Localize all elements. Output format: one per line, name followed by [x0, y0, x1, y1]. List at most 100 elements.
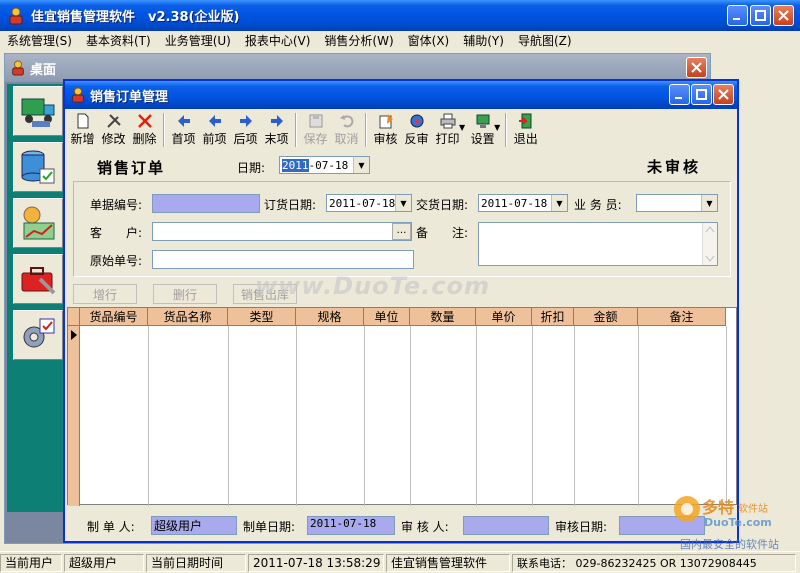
maximize-button[interactable]: [750, 5, 771, 26]
next-button[interactable]: 后项: [230, 111, 261, 149]
audit-status: 未审核: [647, 158, 702, 176]
desktop-close-button[interactable]: [686, 57, 707, 78]
col-header[interactable]: 单位: [364, 308, 410, 326]
col-header[interactable]: 折扣: [532, 308, 574, 326]
date-label: 日期:: [237, 161, 266, 175]
order-lines-grid[interactable]: 货品编号 货品名称 类型 规格 单位 数量 单价 折扣 金额 备注: [67, 307, 737, 506]
last-button[interactable]: 末项: [261, 111, 292, 149]
first-arrow-icon: [177, 115, 190, 127]
audit-date-label: 审核日期:: [555, 520, 608, 534]
make-date-field[interactable]: 2011-07-18: [307, 516, 395, 535]
logo-slogan: 国内最安全的软件站: [680, 538, 779, 551]
menu-sales-analysis[interactable]: 销售分析(W): [317, 32, 400, 49]
desktop-titlebar: 桌面: [5, 54, 710, 82]
auditor-field[interactable]: [463, 516, 549, 535]
orig-no-label: 原始单号:: [90, 254, 143, 268]
menu-nav-map[interactable]: 导航图(Z): [511, 32, 579, 49]
minimize-button[interactable]: [727, 5, 748, 26]
menu-system[interactable]: 系统管理(S): [0, 32, 79, 49]
close-icon: [778, 10, 789, 21]
delivery-date-label: 交货日期:: [416, 198, 469, 212]
side-btn-tools[interactable]: [13, 254, 63, 304]
delivery-date-picker[interactable]: 2011-07-18 ▼: [478, 194, 568, 212]
col-header[interactable]: 货品编号: [80, 308, 148, 326]
edit-button[interactable]: 修改: [98, 111, 129, 149]
gear-check-icon: [23, 318, 55, 348]
add-row-button[interactable]: 增行: [73, 284, 137, 304]
approve-icon: [379, 114, 393, 129]
prev-button[interactable]: 前项: [199, 111, 230, 149]
menu-helper[interactable]: 辅助(Y): [456, 32, 511, 49]
unapprove-button[interactable]: 反审: [401, 111, 432, 149]
sales-order-window: 销售订单管理 新增 修改 删除 首项 前项 后项 末项 保存 取消 审核 反审 …: [63, 79, 739, 543]
order-title: 销售订单管理: [90, 89, 169, 105]
logo-sub: 软件站: [738, 504, 768, 515]
grid-col-line: [296, 326, 297, 506]
order-date-picker[interactable]: 2011-07-18 ▼: [326, 194, 412, 212]
scroll-arrows-icon: [705, 226, 715, 262]
chevron-down-icon[interactable]: ▼: [701, 195, 717, 211]
col-header[interactable]: 备注: [638, 308, 726, 326]
chevron-down-icon[interactable]: ▼: [551, 195, 567, 211]
cancel-button[interactable]: 取消: [331, 111, 362, 149]
side-btn-sales[interactable]: [13, 198, 63, 248]
sales-chart-icon: [23, 206, 55, 240]
chevron-down-icon[interactable]: ▼: [395, 195, 411, 211]
menu-window[interactable]: 窗体(X): [401, 32, 457, 49]
chevron-down-icon[interactable]: ▼: [353, 157, 369, 173]
database-icon: [21, 150, 55, 184]
exit-button[interactable]: 退出: [510, 111, 541, 149]
remark-textarea[interactable]: [478, 222, 718, 266]
order-titlebar: 销售订单管理: [65, 81, 737, 109]
date-picker[interactable]: 2011-07-18 ▼: [279, 156, 370, 174]
settings-monitor-icon: [476, 114, 490, 128]
toolbar-separator: [505, 113, 508, 147]
date-year-selected: 2011: [282, 158, 309, 172]
col-header[interactable]: 类型: [228, 308, 296, 326]
grid-col-line: [410, 326, 411, 506]
menu-basic-data[interactable]: 基本资料(T): [79, 32, 158, 49]
grid-col-line: [148, 326, 149, 506]
approve-button[interactable]: 审核: [370, 111, 401, 149]
remark-scrollbar[interactable]: [702, 223, 717, 265]
first-button[interactable]: 首项: [168, 111, 199, 149]
grid-header: 货品编号 货品名称 类型 规格 单位 数量 单价 折扣 金额 备注: [68, 308, 726, 326]
orig-no-field[interactable]: [152, 250, 414, 269]
new-button[interactable]: 新增: [67, 111, 98, 149]
order-maximize-button[interactable]: [691, 84, 712, 105]
maker-field[interactable]: 超级用户: [151, 516, 237, 535]
next-arrow-icon: [239, 115, 252, 127]
main-titlebar: 佳宜销售管理软件 v2.38(企业版): [0, 0, 800, 31]
grid-col-line: [364, 326, 365, 506]
menu-reports[interactable]: 报表中心(V): [238, 32, 318, 49]
customer-lookup-button[interactable]: …: [392, 223, 411, 240]
side-btn-settings[interactable]: [13, 310, 63, 360]
settings-dropdown-arrow[interactable]: ▼: [494, 123, 500, 132]
delete-row-button[interactable]: 删行: [153, 284, 217, 304]
delete-button[interactable]: 删除: [129, 111, 160, 149]
side-btn-database[interactable]: [13, 142, 63, 192]
print-dropdown-arrow[interactable]: ▼: [459, 123, 465, 132]
corner-logo: 多特 软件站 DuoTe.com 国内最安全的软件站: [672, 492, 798, 552]
close-button[interactable]: [773, 5, 794, 26]
col-header[interactable]: 金额: [574, 308, 638, 326]
make-date-label: 制单日期:: [243, 520, 296, 534]
col-header[interactable]: 数量: [410, 308, 476, 326]
side-btn-purchase[interactable]: [13, 86, 63, 136]
toolbox-icon: [21, 267, 56, 295]
doc-no-label: 单据编号:: [90, 198, 143, 212]
customer-field[interactable]: [152, 222, 412, 241]
doc-no-field[interactable]: [152, 194, 260, 213]
menu-business[interactable]: 业务管理(U): [158, 32, 238, 49]
col-header[interactable]: 货品名称: [148, 308, 228, 326]
order-minimize-button[interactable]: [669, 84, 690, 105]
order-close-button[interactable]: [713, 84, 734, 105]
save-button[interactable]: 保存: [300, 111, 331, 149]
save-icon: [309, 114, 322, 128]
delete-x-icon: [137, 114, 152, 128]
toolbar-separator: [163, 113, 165, 147]
col-header[interactable]: 单价: [476, 308, 532, 326]
salesman-label: 业 务 员:: [574, 198, 622, 212]
col-header[interactable]: 规格: [296, 308, 364, 326]
salesman-select[interactable]: ▼: [636, 194, 718, 212]
